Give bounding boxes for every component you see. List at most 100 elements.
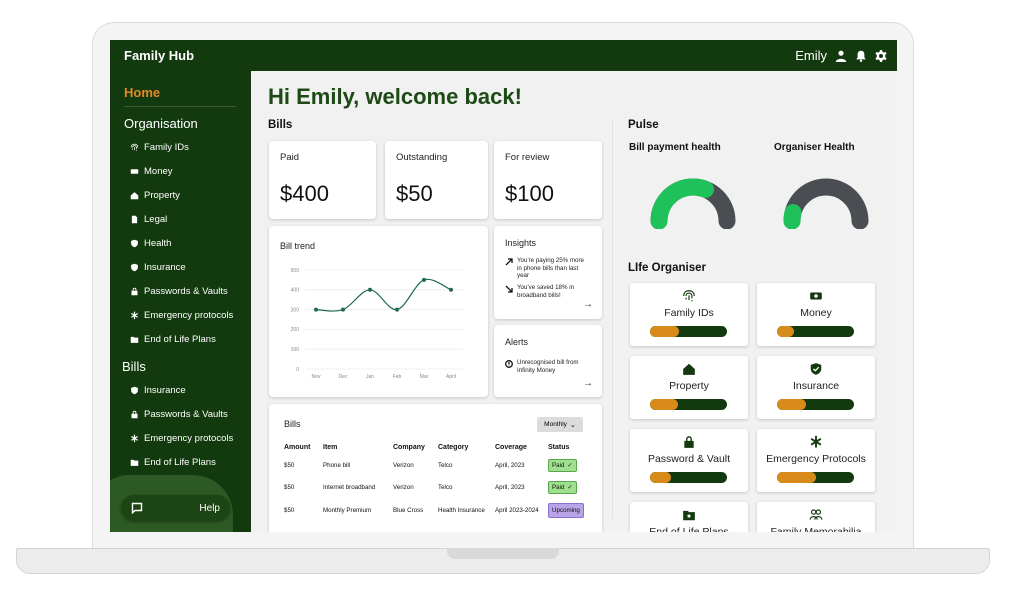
check-icon: ✓ — [567, 484, 573, 492]
bell-icon[interactable] — [855, 50, 867, 62]
asterisk-icon — [810, 435, 822, 448]
stat-label: For review — [505, 152, 550, 163]
stat-label: Outstanding — [396, 152, 448, 163]
sidebar-item-emergency-protocols[interactable]: Emergency protocols — [124, 426, 251, 450]
organiser-card-end-of-life-plans[interactable]: End of Life Plans — [630, 502, 748, 532]
table-row[interactable]: $50 Phone bill Verizon Telco April, 2023… — [284, 454, 588, 477]
sidebar-item-passwords-vaults[interactable]: Passwords & Vaults — [124, 402, 251, 426]
sidebar-item-property[interactable]: Property — [124, 183, 251, 207]
sidebar-section-organisation[interactable]: Organisation — [124, 116, 251, 131]
check-icon: ✓ — [567, 461, 573, 469]
sidebar-item-label: Property — [144, 189, 180, 201]
table-header-row: Amount Item Company Category Coverage St… — [284, 440, 588, 454]
sidebar-item-insurance[interactable]: Insurance — [124, 378, 251, 402]
organiser-card-money[interactable]: Money — [757, 283, 875, 346]
progress-bar — [777, 326, 854, 337]
sidebar-organisation-list: Family IDs Money Property Legal Health Insura… — [124, 135, 251, 351]
sidebar-item-health[interactable]: Health — [124, 231, 251, 255]
bill-trend-card: Bill trend 0 100 200 300 400 500 Nov Dec Jan Feb M… — [269, 226, 488, 397]
progress-fill — [777, 326, 794, 337]
y-tick-label: 0 — [296, 367, 299, 373]
status-badge: Paid ✓ — [548, 481, 577, 495]
data-point[interactable] — [422, 277, 426, 282]
sidebar-item-label: Legal — [144, 213, 168, 225]
y-tick-label: 100 — [291, 347, 300, 353]
house-icon — [683, 363, 695, 375]
period-dropdown-value: Monthly — [544, 421, 567, 428]
sidebar-item-label: Family IDs — [144, 141, 189, 153]
bills-table-title: Bills — [284, 419, 301, 429]
column-divider — [612, 119, 613, 519]
column-header: Category — [438, 443, 469, 451]
health-shield-icon — [131, 239, 138, 247]
table-row[interactable]: $50 Monthly Premium Blue Cross Health In… — [284, 499, 588, 522]
sidebar-item-money[interactable]: Money — [124, 159, 251, 183]
insights-more-arrow-icon[interactable]: → — [583, 299, 593, 310]
insight-item: You're paying 25% more in phone bills th… — [505, 257, 589, 280]
x-tick-label: Jan — [366, 374, 374, 380]
sidebar-item-legal[interactable]: Legal — [124, 207, 251, 231]
lock-icon — [131, 410, 138, 418]
sidebar-item-end-of-life-plans[interactable]: End of Life Plans — [124, 327, 251, 351]
alert-item: Unrecognised bill from Infinity Money — [505, 359, 589, 374]
family-icon — [809, 509, 823, 520]
progress-bar — [650, 399, 727, 410]
organiser-card-family-ids[interactable]: Family IDs — [630, 283, 748, 346]
sidebar-item-end-of-life-plans[interactable]: End of Life Plans — [124, 450, 251, 474]
progress-fill — [650, 399, 678, 410]
data-point[interactable] — [368, 287, 372, 292]
period-dropdown[interactable]: Monthly ⌄ — [537, 417, 583, 432]
status-badge: Paid ✓ — [548, 458, 577, 472]
organiser-card-property[interactable]: Property — [630, 356, 748, 419]
app-title: Family Hub — [124, 48, 195, 63]
sidebar-item-label: Passwords & Vaults — [144, 285, 228, 297]
data-point[interactable] — [341, 307, 345, 312]
sidebar-bills-list: Insurance Passwords & Vaults Emergency pro… — [124, 378, 251, 474]
help-button[interactable]: Help — [121, 495, 230, 521]
sidebar-item-passwords-vaults[interactable]: Passwords & Vaults — [124, 279, 251, 303]
organiser-card-label: Insurance — [792, 380, 840, 392]
sidebar-item-label: Insurance — [144, 384, 186, 396]
data-point[interactable] — [395, 307, 399, 312]
column-header: Status — [548, 443, 570, 451]
laptop-notch — [447, 548, 559, 559]
stat-card-for-review[interactable]: For review $100 — [494, 141, 602, 219]
organiser-card-password-vault[interactable]: Password & Vault — [630, 429, 748, 492]
sidebar-item-label: Emergency protocols — [144, 309, 234, 321]
progress-fill — [650, 326, 680, 337]
table-row[interactable]: $50 Internet broadband Verizon Telco Apr… — [284, 477, 588, 500]
status-badge: Upcoming — [548, 502, 584, 518]
insights-title: Insights — [505, 238, 537, 248]
alerts-more-arrow-icon[interactable]: → — [583, 378, 593, 389]
bills-table: Amount Item Company Category Coverage St… — [284, 440, 588, 522]
organiser-card-label: Family Memorabilia — [770, 526, 862, 532]
progress-bar — [650, 326, 727, 337]
data-point[interactable] — [449, 287, 453, 292]
sidebar-item-home[interactable]: Home — [124, 85, 236, 107]
y-tick-label: 300 — [291, 307, 300, 313]
organiser-card-emergency-protocols[interactable]: Emergency Protocols — [757, 429, 875, 492]
y-tick-label: 500 — [291, 268, 300, 274]
sidebar-section-bills[interactable]: Bills — [122, 359, 251, 374]
sidebar-item-family-ids[interactable]: Family IDs — [124, 135, 251, 159]
stat-card-paid[interactable]: Paid $400 — [269, 141, 376, 219]
sidebar-item-label: Money — [144, 165, 173, 177]
top-bar: Family Hub Emily — [110, 40, 897, 71]
organiser-card-family-memorabilia[interactable]: Family Memorabilia — [757, 502, 875, 532]
fingerprint-icon — [130, 143, 139, 151]
stat-value: $50 — [396, 181, 433, 206]
stat-card-outstanding[interactable]: Outstanding $50 — [385, 141, 488, 219]
pulse-gauges — [650, 178, 869, 229]
progress-bar — [777, 399, 854, 410]
sidebar-item-emergency-protocols[interactable]: Emergency protocols — [124, 303, 251, 327]
user-icon[interactable] — [835, 50, 847, 62]
bills-table-card: Bills Monthly ⌄ Amount Item Company Cate… — [269, 404, 602, 532]
progress-fill — [777, 399, 807, 410]
sidebar-item-label: Emergency protocols — [144, 432, 234, 444]
sidebar-item-insurance[interactable]: Insurance — [124, 255, 251, 279]
organiser-card-insurance[interactable]: Insurance — [757, 356, 875, 419]
stat-value: $100 — [505, 181, 554, 206]
shield-check-icon — [810, 363, 822, 375]
gear-icon[interactable] — [875, 49, 887, 62]
data-point[interactable] — [314, 307, 318, 312]
